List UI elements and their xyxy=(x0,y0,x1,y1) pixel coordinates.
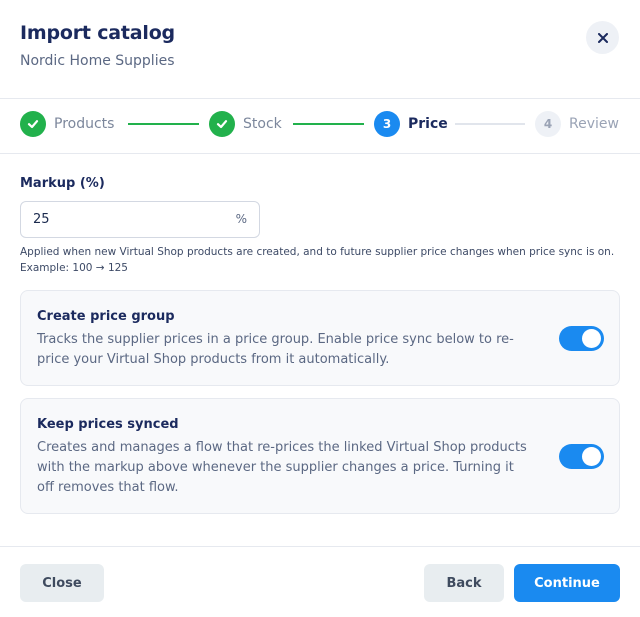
step-connector xyxy=(293,123,364,125)
price-sync-toggle[interactable] xyxy=(559,444,604,469)
step-label: Stock xyxy=(243,116,282,132)
help-line: Applied when new Virtual Shop products a… xyxy=(20,246,615,258)
step-label: Price xyxy=(408,116,448,132)
dialog-footer: Close Back Continue xyxy=(0,546,640,617)
step-review[interactable]: 4 Review xyxy=(535,111,619,137)
toggle-knob xyxy=(582,447,601,466)
markup-input[interactable] xyxy=(21,202,231,237)
step-products[interactable]: Products xyxy=(20,111,114,137)
check-icon xyxy=(209,111,235,137)
markup-label: Markup (%) xyxy=(20,176,105,191)
back-button[interactable]: Back xyxy=(424,564,504,602)
step-number-badge: 3 xyxy=(374,111,400,137)
step-label: Products xyxy=(54,116,115,132)
markup-field: % xyxy=(20,201,260,238)
close-dialog-button[interactable] xyxy=(586,21,619,54)
step-label: Review xyxy=(569,116,619,132)
price-group-title: Create price group xyxy=(37,309,175,324)
price-group-card: Create price group Tracks the supplier p… xyxy=(20,290,620,386)
step-connector xyxy=(128,123,199,125)
price-sync-title: Keep prices synced xyxy=(37,417,179,432)
continue-button[interactable]: Continue xyxy=(514,564,620,602)
price-sync-description: Creates and manages a flow that re-price… xyxy=(37,440,527,495)
price-group-toggle[interactable] xyxy=(559,326,604,351)
step-number-badge: 4 xyxy=(535,111,561,137)
dialog-header: Import catalog Nordic Home Supplies xyxy=(0,0,640,98)
percent-suffix: % xyxy=(235,212,247,226)
toggle-knob xyxy=(582,329,601,348)
dialog-title: Import catalog xyxy=(20,22,175,44)
check-icon xyxy=(20,111,46,137)
price-sync-card: Keep prices synced Creates and manages a… xyxy=(20,398,620,514)
step-price[interactable]: 3 Price xyxy=(374,111,448,137)
stepper: Products Stock 3 Price 4 Review xyxy=(0,98,640,154)
step-stock[interactable]: Stock xyxy=(209,111,282,137)
help-example: Example: 100 → 125 xyxy=(20,262,128,274)
dialog-subtitle: Nordic Home Supplies xyxy=(20,53,175,69)
close-icon xyxy=(597,32,608,43)
close-button[interactable]: Close xyxy=(20,564,104,602)
step-connector xyxy=(455,123,525,125)
markup-help-text: Applied when new Virtual Shop products a… xyxy=(20,244,620,276)
price-group-description: Tracks the supplier prices in a price gr… xyxy=(37,332,514,367)
import-catalog-dialog: Import catalog Nordic Home Supplies Prod… xyxy=(0,0,640,617)
